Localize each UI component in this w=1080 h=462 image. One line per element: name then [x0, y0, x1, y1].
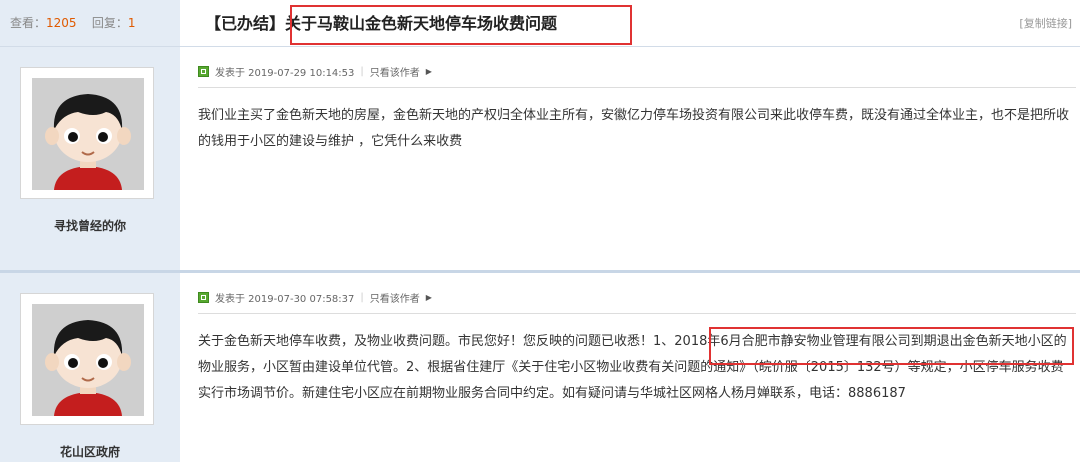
divider: |: [360, 66, 364, 77]
cartoon-boy-avatar-icon: [32, 304, 144, 416]
post-meta: 发表于 2019-07-29 10:14:53 | 只看该作者 ▶: [198, 64, 432, 79]
views-label: 查看：: [10, 16, 47, 30]
triangle-right-icon: ▶: [425, 67, 432, 76]
author-only-link[interactable]: 只看该作者: [370, 64, 420, 79]
post-icon: [198, 292, 209, 303]
post-icon: [198, 66, 209, 77]
triangle-right-icon: ▶: [425, 293, 432, 302]
divider: |: [360, 292, 364, 303]
post-meta: 发表于 2019-07-30 07:58:37 | 只看该作者 ▶: [198, 290, 432, 305]
copy-link-button[interactable]: [复制链接]: [1019, 15, 1072, 31]
thread-header: 查看：1205 回复：1 【已办结】关于马鞍山金色新天地停车场收费问题 [复制链…: [0, 0, 1080, 47]
avatar[interactable]: [20, 293, 154, 425]
author-name[interactable]: 寻找曾经的你: [0, 217, 180, 234]
title-highlight-box: [290, 5, 632, 45]
post-time: 发表于 2019-07-30 07:58:37: [215, 294, 355, 305]
replies-label: 回复：: [91, 16, 128, 30]
avatar[interactable]: [20, 67, 154, 199]
replies-count: 1: [127, 16, 136, 30]
views-count: 1205: [46, 16, 77, 30]
post-content: 我们业主买了金色新天地的房屋，金色新天地的产权归全体业主所有，安徽亿力停车场投资…: [198, 108, 1070, 149]
cartoon-boy-avatar-icon: [32, 78, 144, 190]
post-divider: [198, 313, 1076, 314]
post-divider: [198, 87, 1076, 88]
author-name[interactable]: 花山区政府: [0, 443, 180, 460]
post-1: 寻找曾经的你 发表于 2019-07-29 10:14:53 | 只看该作者 ▶…: [0, 47, 1080, 270]
post-2: 花山区政府 发表于 2019-07-30 07:58:37 | 只看该作者 ▶ …: [0, 273, 1080, 462]
post-time: 发表于 2019-07-29 10:14:53: [215, 68, 355, 79]
thread-stats: 查看：1205 回复：1: [10, 14, 135, 31]
status-tag: 【已办结】: [205, 14, 286, 33]
content-highlight-box: [709, 327, 1074, 365]
author-only-link[interactable]: 只看该作者: [370, 290, 420, 305]
